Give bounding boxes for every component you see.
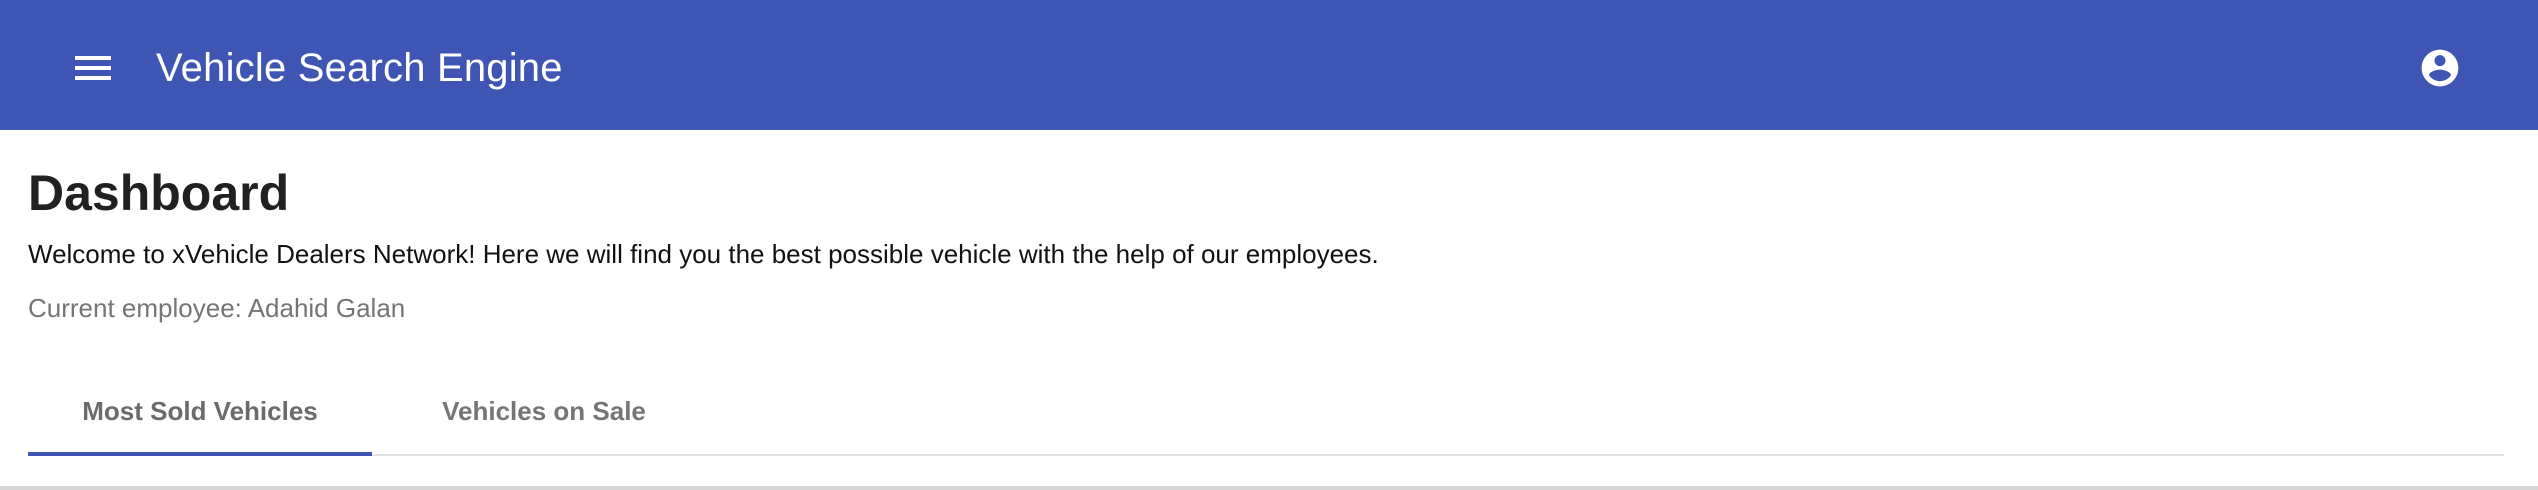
current-employee-label: Current employee: [28,293,242,323]
current-employee-name: Adahid Galan [247,293,406,323]
menu-icon [75,56,111,80]
active-tab-indicator [28,452,372,456]
tab-most-sold-vehicles[interactable]: Most Sold Vehicles [28,366,372,456]
dashboard-content: Dashboard Welcome to xVehicle Dealers Ne… [0,130,2538,490]
app-bar: Vehicle Search Engine [0,0,2538,130]
account-circle-icon [2421,49,2459,87]
app-title: Vehicle Search Engine [156,46,563,90]
card-bottom-edge [0,486,2538,490]
menu-button[interactable] [56,40,130,96]
welcome-text: Welcome to xVehicle Dealers Network! Her… [28,239,1379,269]
tab-vehicles-on-sale[interactable]: Vehicles on Sale [372,366,716,456]
page-title: Dashboard [28,165,290,221]
dashboard-tabs: Most Sold Vehicles Vehicles on Sale [28,366,2504,456]
account-button[interactable] [2412,40,2468,96]
current-employee: Current employee: Adahid Galan [28,290,405,326]
